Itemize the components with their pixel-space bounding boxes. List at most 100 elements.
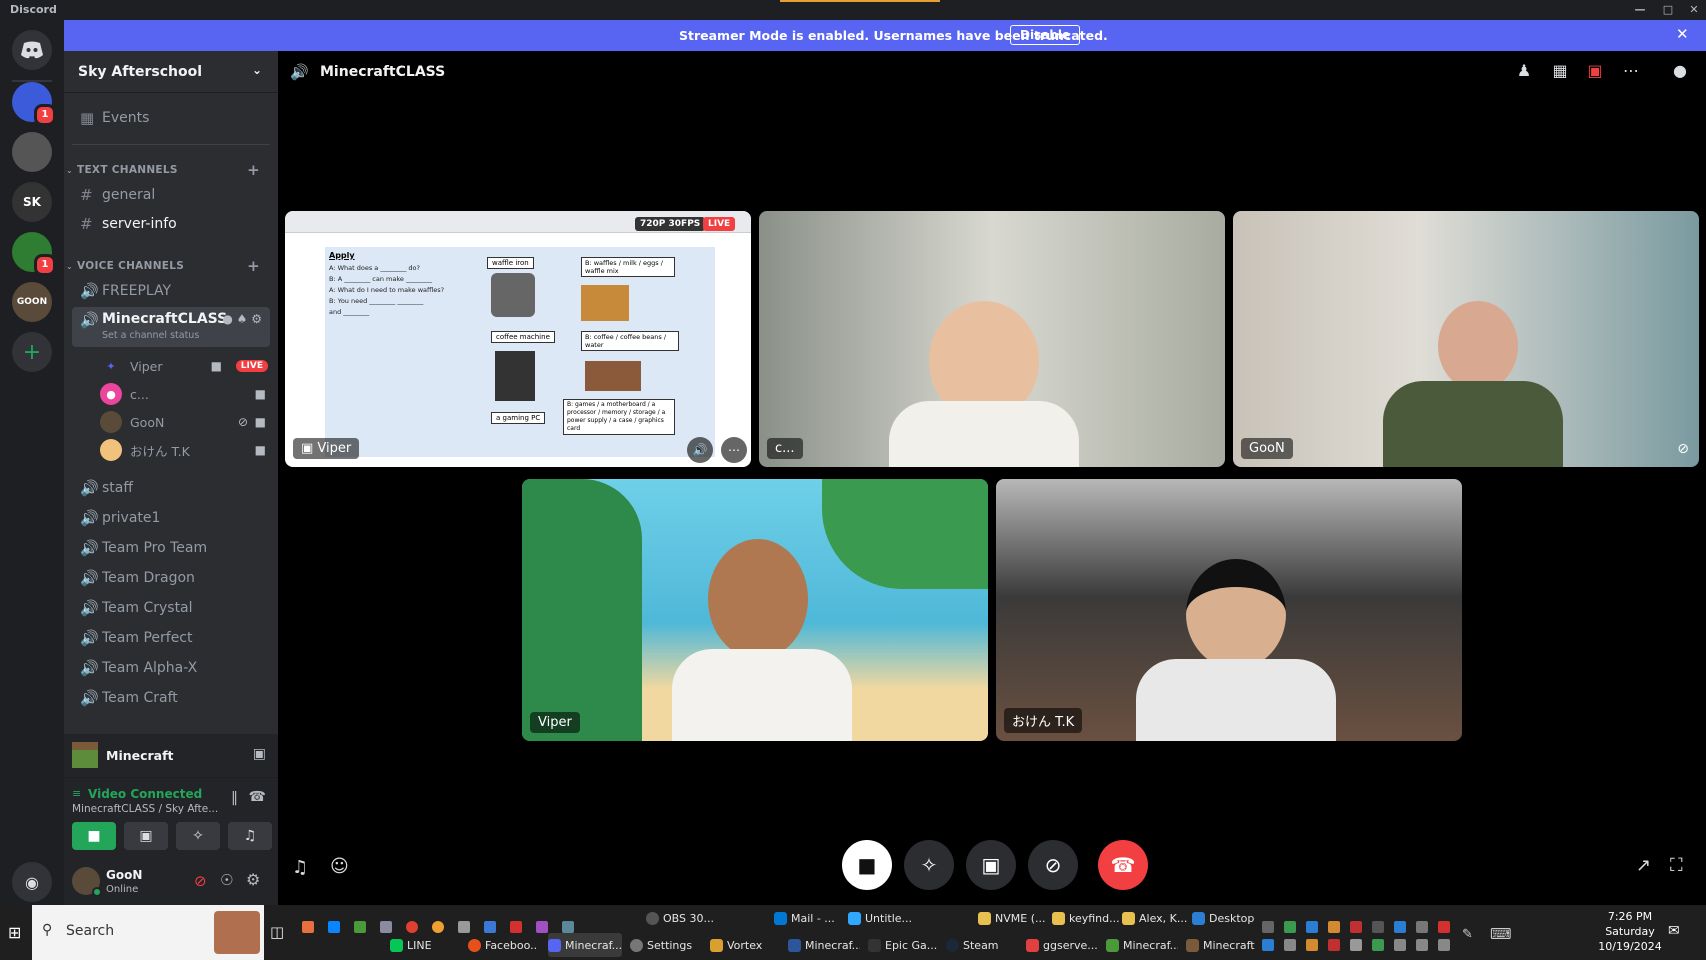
tray-icon[interactable] xyxy=(1262,921,1274,933)
tray-icon[interactable] xyxy=(1284,921,1296,933)
voice-user-goon[interactable]: GooN ⊘ ■ xyxy=(100,409,272,435)
voice-channel-team-alpha-x[interactable]: 🔊 Team Alpha-X xyxy=(72,654,270,682)
taskbar-app[interactable]: Untitle... xyxy=(848,906,920,930)
soundboard-icon[interactable]: ♫ xyxy=(292,857,308,878)
taskbar-app[interactable]: Desktop xyxy=(1192,906,1262,930)
mic-muted-button[interactable]: ⊘ xyxy=(1028,840,1078,890)
taskbar-app[interactable]: Faceboo... xyxy=(468,933,538,957)
tray-icon[interactable] xyxy=(1416,921,1428,933)
voice-channel-freeplay[interactable]: 🔊 FREEPLAY xyxy=(72,277,270,305)
activities-button[interactable]: ✧ xyxy=(904,840,954,890)
taskbar-app[interactable]: NVME (... xyxy=(978,906,1050,930)
close-window-icon[interactable]: ✕ xyxy=(1680,0,1706,20)
voice-channel-team-dragon[interactable]: 🔊 Team Dragon xyxy=(72,564,270,592)
voice-user-tk[interactable]: おけん T.K ■ xyxy=(100,437,272,463)
discord-home-icon[interactable] xyxy=(12,30,52,70)
keyboard-icon[interactable]: ⌨ xyxy=(1490,925,1512,943)
taskbar-clock[interactable]: 7:26 PM Saturday 10/19/2024 xyxy=(1590,909,1670,954)
taskbar-app[interactable]: Alex, K... xyxy=(1122,906,1190,930)
tray-icon[interactable] xyxy=(1328,939,1340,951)
tray-icon[interactable] xyxy=(1350,921,1362,933)
voice-status-title[interactable]: Video Connected xyxy=(88,787,202,801)
guild-icon[interactable]: 1 xyxy=(12,232,56,276)
app-icon[interactable] xyxy=(302,921,314,933)
voice-channel-private1[interactable]: 🔊 private1 xyxy=(72,504,270,532)
guild-icon[interactable]: SK xyxy=(12,182,52,222)
voice-channel-team-craft[interactable]: 🔊 Team Craft xyxy=(72,684,270,712)
noise-suppression-icon[interactable]: ‖ xyxy=(231,790,238,806)
activity-action-icon[interactable]: ▣ xyxy=(253,746,266,762)
server-header[interactable]: Sky Afterschool ⌄ xyxy=(64,51,278,93)
maximize-icon[interactable]: □ xyxy=(1654,0,1682,20)
calculator-icon[interactable] xyxy=(458,921,470,933)
tray-icon[interactable] xyxy=(1438,921,1450,933)
bluetooth-icon[interactable] xyxy=(1262,939,1274,951)
grid-layout-icon[interactable]: ▦ xyxy=(1548,61,1572,85)
guild-icon[interactable]: GOON xyxy=(12,282,52,322)
popout-icon[interactable]: ↗ xyxy=(1636,855,1651,876)
fullscreen-icon[interactable]: ⛶ xyxy=(1670,855,1683,876)
taskbar-app[interactable]: Minecraft xyxy=(1186,933,1256,957)
screen-share-button[interactable]: ▣ xyxy=(966,840,1016,890)
chat-icon[interactable]: ● xyxy=(1668,61,1692,85)
user-name[interactable]: GooN xyxy=(106,868,142,882)
leave-call-button[interactable]: ☎ xyxy=(1098,840,1148,890)
mic-icon[interactable] xyxy=(1284,939,1296,951)
disable-button[interactable]: Disable xyxy=(1010,25,1081,45)
voice-channel-team-perfect[interactable]: 🔊 Team Perfect xyxy=(72,624,270,652)
more-options-icon[interactable]: ⋯ xyxy=(1619,61,1643,85)
channel-actions-icons[interactable]: ● ♠ ⚙ xyxy=(222,312,262,326)
voice-channel-team-crystal[interactable]: 🔊 Team Crystal xyxy=(72,594,270,622)
tray-icon[interactable] xyxy=(1394,921,1406,933)
tray-icon[interactable] xyxy=(1328,921,1340,933)
taskbar-app[interactable]: Epic Ga... xyxy=(868,933,940,957)
taskbar-app[interactable]: Minecraf... xyxy=(788,933,860,957)
voice-channel-staff[interactable]: 🔊 staff xyxy=(72,474,270,502)
add-channel-icon[interactable]: + xyxy=(247,161,260,179)
voice-channels-category[interactable]: ⌄ VOICE CHANNELS + xyxy=(66,257,272,275)
notifications-icon[interactable]: ✉ xyxy=(1668,923,1680,939)
pen-icon[interactable]: ✎ xyxy=(1462,927,1473,942)
app-icon[interactable] xyxy=(380,921,392,933)
taskbar-app[interactable]: LINE xyxy=(390,933,450,957)
taskbar-app[interactable]: Vortex xyxy=(710,933,766,957)
emoji-icon[interactable]: ☺ xyxy=(330,856,349,877)
channel-general[interactable]: # general xyxy=(72,181,270,209)
volume-icon[interactable] xyxy=(1438,939,1450,951)
taskbar-app[interactable]: Minecraf... xyxy=(1106,933,1178,957)
headphones-icon[interactable]: ☉ xyxy=(220,871,233,889)
taskbar-app-discord-active[interactable]: Minecraf... xyxy=(548,933,622,957)
video-tile[interactable]: Viper xyxy=(522,479,988,741)
disconnect-icon[interactable]: ☎ xyxy=(249,789,266,805)
dreamweaver-icon[interactable] xyxy=(354,921,366,933)
more-options-icon[interactable]: ⋯ xyxy=(721,437,747,463)
taskbar-app[interactable]: Steam xyxy=(946,933,1002,957)
guild-icon[interactable]: 1 xyxy=(12,82,56,126)
voice-channel-team-pro-team[interactable]: 🔊 Team Pro Team xyxy=(72,534,270,562)
screen-share-tile[interactable]: Apply A: What does a ________ do? B: A _… xyxy=(285,211,751,467)
screen-share-button[interactable]: ▣ xyxy=(124,822,168,850)
app-icon[interactable] xyxy=(484,921,496,933)
discover-icon[interactable]: ◉ xyxy=(12,862,52,902)
events-item[interactable]: ▦ Events xyxy=(72,104,270,132)
text-channels-category[interactable]: ⌄ TEXT CHANNELS + xyxy=(66,161,272,179)
guild-icon[interactable] xyxy=(12,132,52,172)
taskbar-app[interactable]: keyfind... xyxy=(1052,906,1120,930)
channel-server-info[interactable]: # server-info xyxy=(72,210,270,238)
add-channel-icon[interactable]: + xyxy=(247,257,260,275)
volume-icon[interactable]: 🔊 xyxy=(687,437,713,463)
video-tile[interactable]: c... xyxy=(759,211,1225,467)
task-view-icon[interactable]: ◫ xyxy=(270,923,284,941)
taskbar-app[interactable]: ggserve... xyxy=(1026,933,1100,957)
tray-icon[interactable] xyxy=(1306,939,1318,951)
popout-icon[interactable]: ▣ xyxy=(1583,61,1607,85)
app-icon[interactable] xyxy=(562,921,574,933)
video-tile[interactable]: おけん T.K xyxy=(996,479,1462,741)
minimize-icon[interactable]: — xyxy=(1626,0,1654,20)
close-icon[interactable]: ✕ xyxy=(1676,25,1689,43)
voice-channel-minecraftclass[interactable]: 🔊 MinecraftCLASS ● ♠ ⚙ Set a channel sta… xyxy=(72,307,270,347)
app-icon[interactable] xyxy=(536,921,548,933)
tray-icon[interactable] xyxy=(1416,939,1428,951)
taskbar-search[interactable]: ⚲ Search xyxy=(32,905,264,960)
channel-status[interactable]: Set a channel status xyxy=(102,330,199,341)
